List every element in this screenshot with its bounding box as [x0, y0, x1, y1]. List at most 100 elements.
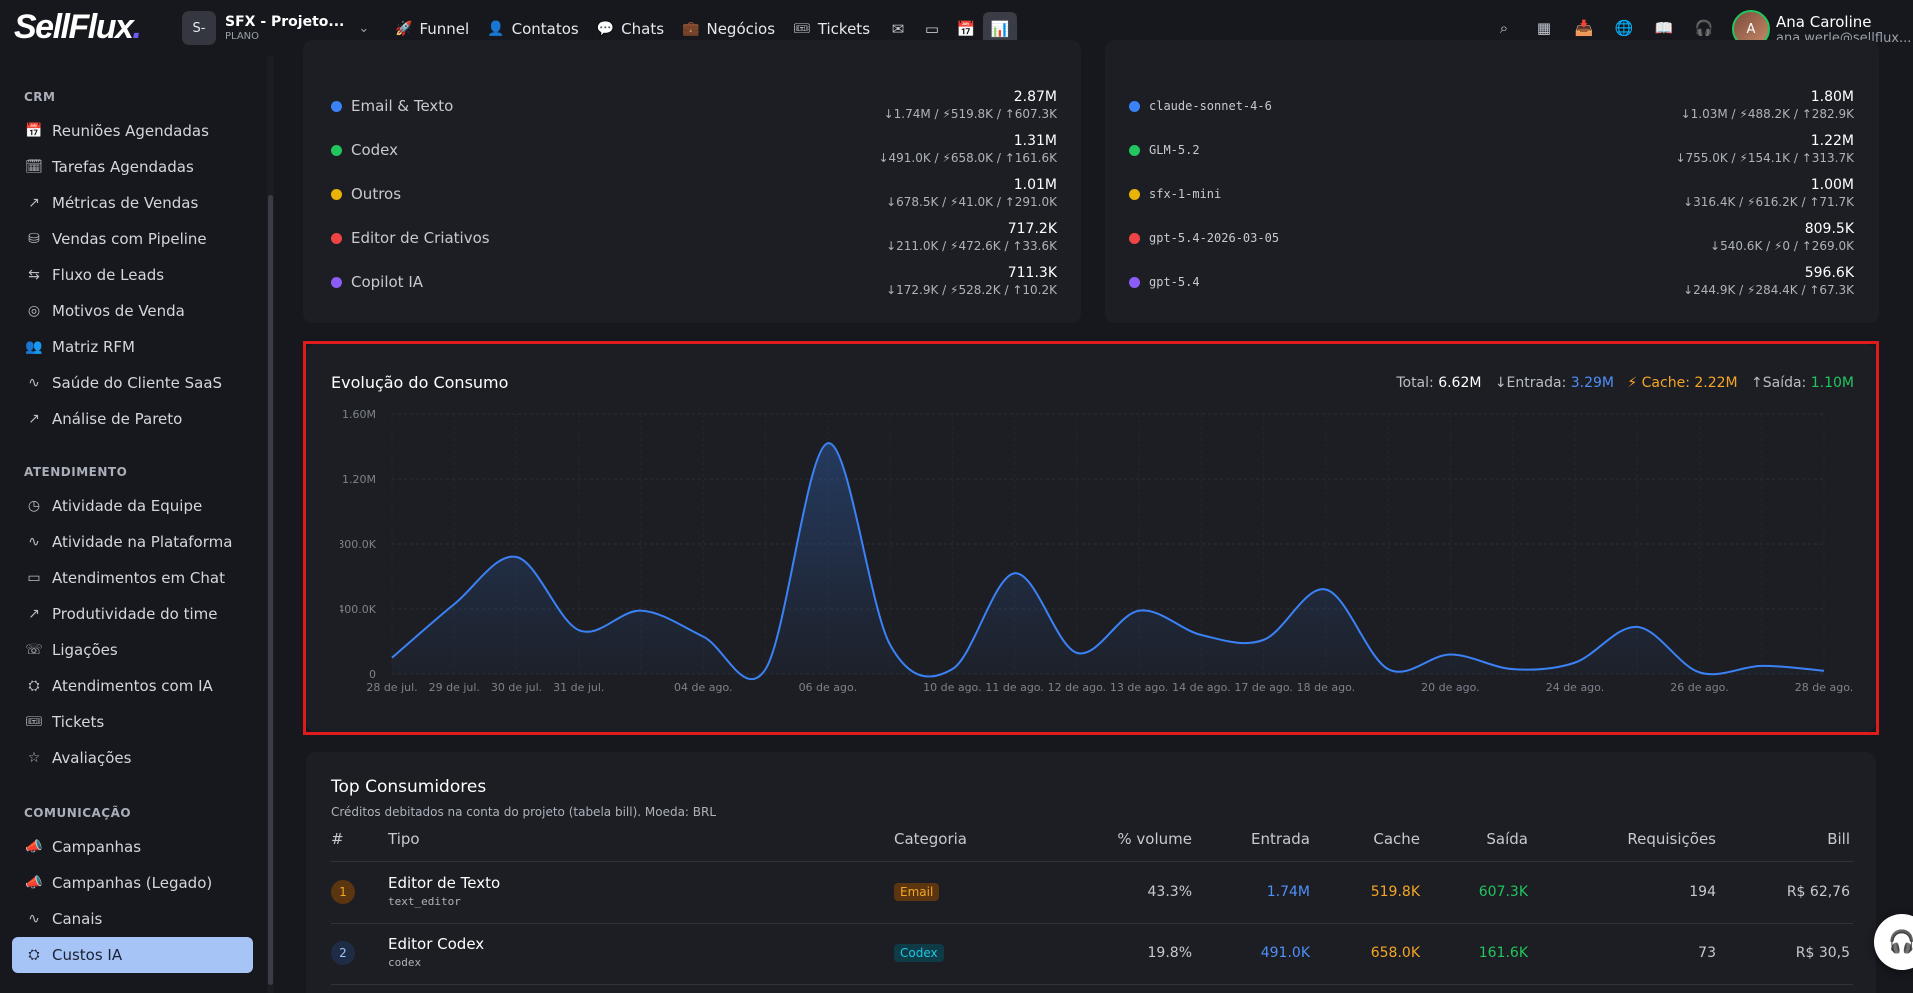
x-tick-label: 26 de ago. — [1670, 681, 1729, 694]
col-bill[interactable]: Bill — [1740, 830, 1850, 848]
legend-total: 1.22M — [1810, 133, 1854, 149]
sidebar-item-reunioes[interactable]: 📅 Reuniões Agendadas — [12, 113, 253, 149]
legend-label: Email & Texto — [351, 97, 454, 115]
legend-total: 2.87M — [1013, 89, 1057, 105]
legend-item: GLM-5.2 — [1129, 141, 1200, 157]
row-volume: 19.8% — [1147, 945, 1192, 961]
sidebar-item-avaliacoes[interactable]: ☆ Avaliações — [12, 740, 253, 776]
category-badge: Email — [894, 883, 940, 901]
sidebar-item-canais[interactable]: ∿ Canais — [12, 901, 253, 937]
col-saida[interactable]: Saída — [1428, 830, 1528, 848]
legend-values: 1.00M ↓316.4K / ⚡616.2K / ↑71.7K — [1554, 177, 1854, 209]
rank-badge: 1 — [331, 880, 355, 904]
row-bill: R$ 30,5 — [1795, 945, 1850, 961]
legend-label: sfx-1-mini — [1149, 187, 1222, 201]
row-code: codex — [388, 956, 422, 969]
legend-values: 1.01M ↓678.5K / ⚡41.0K / ↑291.0K — [757, 177, 1057, 209]
pulse-icon: ∿ — [28, 911, 40, 927]
legend-dot — [331, 233, 342, 244]
legend-label: claude-sonnet-4-6 — [1149, 99, 1272, 113]
sidebar-item-ligacoes[interactable]: ☏ Ligações — [12, 632, 253, 668]
support-button[interactable]: 🎧 — [1874, 914, 1913, 970]
sidebar-item-fluxo-leads[interactable]: ⇆ Fluxo de Leads — [12, 257, 253, 293]
ticket-icon: 🎟 — [793, 21, 811, 37]
sidebar-item-campanhas[interactable]: 📣 Campanhas — [12, 829, 253, 865]
sidebar-item-tickets[interactable]: 🎟 Tickets — [12, 704, 253, 740]
legend-total: 711.3K — [1007, 265, 1057, 281]
row-requisicoes: 194 — [1689, 884, 1716, 900]
row-name: Editor Codex — [388, 935, 485, 953]
sidebar-item-pipeline[interactable]: ⛁ Vendas com Pipeline — [12, 221, 253, 257]
sellflux-logo[interactable]: SellFlux. — [14, 8, 142, 47]
cache-value: 2.22M — [1694, 375, 1738, 391]
rocket-icon: 🚀 — [395, 21, 413, 37]
legend-label: Codex — [351, 141, 399, 159]
consumption-area-chart: 0 400.0K 800.0K 1.20M 1.60M 28 de jul. 29 de j… — [340, 408, 1853, 694]
row-entrada: 491.0K — [1260, 945, 1310, 961]
col-categoria[interactable]: Categoria — [894, 830, 967, 848]
chat-bubble-icon: 💬 — [596, 21, 615, 37]
legend-dot — [1129, 233, 1140, 244]
col-entrada[interactable]: Entrada — [1210, 830, 1310, 848]
y-tick-label: 400.0K — [340, 603, 377, 616]
row-cache: 519.8K — [1370, 884, 1420, 900]
sidebar-item-atividade-plataforma[interactable]: ∿ Atividade na Plataforma — [12, 524, 253, 560]
x-tick-label: 29 de jul. — [429, 681, 480, 694]
sidebar-item-campanhas-legado[interactable]: 📣 Campanhas (Legado) — [12, 865, 253, 901]
legend-item: Copilot IA — [331, 273, 423, 291]
pulse-icon: ∿ — [28, 534, 40, 550]
col-volume[interactable]: % volume — [1072, 830, 1192, 848]
legend-breakdown: ↓540.6K / ⚡0 / ↑269.0K — [1710, 239, 1854, 253]
legend-values: 1.80M ↓1.03M / ⚡488.2K / ↑282.9K — [1554, 89, 1854, 121]
row-saida: 607.3K — [1478, 884, 1528, 900]
legend-item: gpt-5.4-2026-03-05 — [1129, 229, 1279, 245]
col-tipo[interactable]: Tipo — [388, 830, 420, 848]
chart-title: Evolução do Consumo — [331, 373, 509, 392]
legend-breakdown: ↓244.9K / ⚡284.4K / ↑67.3K — [1683, 283, 1854, 297]
legend-label: Outros — [351, 185, 402, 203]
sidebar-item-atividade-equipe[interactable]: ◷ Atividade da Equipe — [12, 488, 253, 524]
sidebar-item-custos-ia[interactable]: ⛭ Custos IA — [12, 937, 253, 973]
sidebar-item-metricas[interactable]: ↗ Métricas de Vendas — [12, 185, 253, 221]
legend-values: 717.2K ↓211.0K / ⚡472.6K / ↑33.6K — [757, 221, 1057, 253]
legend-values: 2.87M ↓1.74M / ⚡519.8K / ↑607.3K — [757, 89, 1057, 121]
row-bill: R$ 62,76 — [1786, 884, 1850, 900]
total-value: 6.62M — [1438, 375, 1482, 391]
sidebar-item-tarefas[interactable]: 🗓 Tarefas Agendadas — [12, 149, 253, 185]
col-requisicoes[interactable]: Requisições — [1560, 830, 1716, 848]
legend-item: sfx-1-mini — [1129, 185, 1221, 201]
trending-up-icon: ↗ — [28, 606, 40, 622]
col-cache[interactable]: Cache — [1320, 830, 1420, 848]
legend-dot — [331, 189, 342, 200]
sidebar-item-pareto[interactable]: ↗ Análise de Pareto — [12, 401, 253, 437]
sidebar-item-rfm[interactable]: 👥 Matriz RFM — [12, 329, 253, 365]
sidebar-item-saude[interactable]: ∿ Saúde do Cliente SaaS — [12, 365, 253, 401]
legend-values: 711.3K ↓172.9K / ⚡528.2K / ↑10.2K — [757, 265, 1057, 297]
sidebar-item-atendimentos-chat[interactable]: ▭ Atendimentos em Chat — [12, 560, 253, 596]
legend-total: 596.6K — [1804, 265, 1854, 281]
category-badge: Codex — [894, 944, 944, 962]
legend-dot — [331, 101, 342, 112]
sidebar-item-atendimentos-ia[interactable]: ⛭ Atendimentos com IA — [12, 668, 253, 704]
sidebar-scrollbar-thumb[interactable] — [268, 195, 273, 985]
sidebar-item-motivos[interactable]: ◎ Motivos de Venda — [12, 293, 253, 329]
row-saida: 161.6K — [1478, 945, 1528, 961]
legend-dot — [331, 277, 342, 288]
project-avatar: S- — [182, 11, 216, 45]
legend-item: Email & Texto — [331, 97, 453, 115]
legend-total: 1.01M — [1013, 177, 1057, 193]
legend-total: 717.2K — [1007, 221, 1057, 237]
row-divider — [331, 984, 1853, 985]
trending-up-icon: ↗ — [28, 195, 40, 211]
phone-icon: ☏ — [25, 642, 43, 658]
legend-total: 1.80M — [1810, 89, 1854, 105]
calendar-icon: 🗓 — [25, 159, 43, 175]
legend-values: 809.5K ↓540.6K / ⚡0 / ↑269.0K — [1554, 221, 1854, 253]
col-num[interactable]: # — [331, 830, 344, 848]
pipeline-icon: ⛁ — [28, 231, 40, 247]
rank-badge: 2 — [331, 941, 355, 965]
legend-breakdown: ↓1.74M / ⚡519.8K / ↑607.3K — [883, 107, 1057, 121]
legend-breakdown: ↓211.0K / ⚡472.6K / ↑33.6K — [886, 239, 1057, 253]
chevron-down-icon: ⌄ — [358, 20, 370, 36]
sidebar-item-produtividade[interactable]: ↗ Produtividade do time — [12, 596, 253, 632]
